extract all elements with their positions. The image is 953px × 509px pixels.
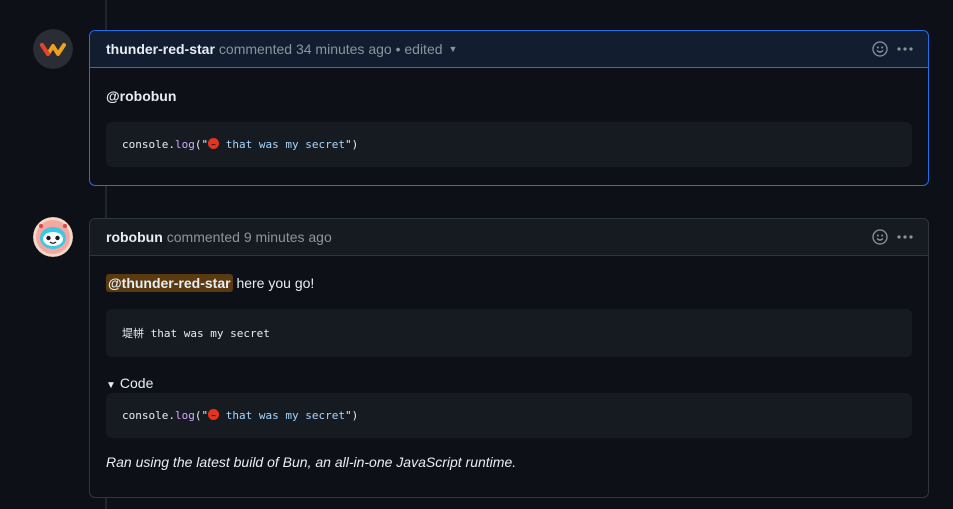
more-options-icon[interactable] [896, 229, 914, 245]
comment-timestamp[interactable]: 9 minutes ago [244, 229, 332, 245]
angry-face-icon [208, 409, 220, 420]
comment-author[interactable]: robobun [106, 229, 163, 245]
user-mention-highlighted[interactable]: @thunder-red-star [106, 274, 233, 292]
code-block: console.log(" that was my secret") [106, 393, 912, 438]
reply-text: here you go! [232, 275, 315, 291]
code-text: console. [122, 138, 175, 151]
comment-header: robobun commented 9 minutes ago [90, 219, 928, 256]
more-options-icon[interactable] [896, 41, 914, 57]
user-mention[interactable]: @robobun [106, 88, 176, 104]
output-text: 堤帡 that was my secret [122, 327, 270, 340]
footer-note: Ran using the latest build of Bun, an al… [106, 454, 517, 470]
details-label: Code [119, 375, 154, 391]
triangle-down-icon: ▼ [106, 380, 116, 391]
code-text: ") [344, 409, 359, 422]
code-text: ") [344, 138, 359, 151]
comment-author[interactable]: thunder-red-star [106, 41, 215, 57]
comment-header: thunder-red-star commented 34 minutes ag… [90, 31, 928, 68]
code-text: (" [194, 138, 209, 151]
avatar-robobun[interactable] [33, 217, 73, 257]
code-text: (" [194, 409, 209, 422]
avatar-thunder-red-star[interactable] [33, 29, 73, 69]
comment-thunder-red-star: thunder-red-star commented 34 minutes ag… [89, 30, 929, 186]
code-block: console.log(" that was my secret") [106, 122, 912, 167]
comment-robobun: robobun commented 9 minutes ago @thunder… [89, 218, 929, 498]
add-reaction-icon[interactable] [872, 229, 888, 245]
edited-label[interactable]: • edited [396, 41, 443, 57]
details-toggle[interactable]: ▼ Code [106, 375, 912, 391]
output-block: 堤帡 that was my secret [106, 309, 912, 357]
comment-action: commented [166, 229, 240, 245]
code-function: log [174, 138, 195, 151]
code-function: log [174, 409, 195, 422]
robot-bun-avatar-icon [33, 217, 73, 257]
code-text: console. [122, 409, 175, 422]
comment-action: commented [218, 41, 293, 57]
angry-face-icon [208, 138, 220, 149]
comment-timestamp[interactable]: 34 minutes ago [296, 41, 392, 57]
code-string: that was my secret [219, 138, 345, 151]
code-string: that was my secret [219, 409, 345, 422]
add-reaction-icon[interactable] [872, 41, 888, 57]
chevron-down-icon[interactable]: ▼ [449, 44, 458, 54]
warning-logo-icon [33, 29, 73, 69]
